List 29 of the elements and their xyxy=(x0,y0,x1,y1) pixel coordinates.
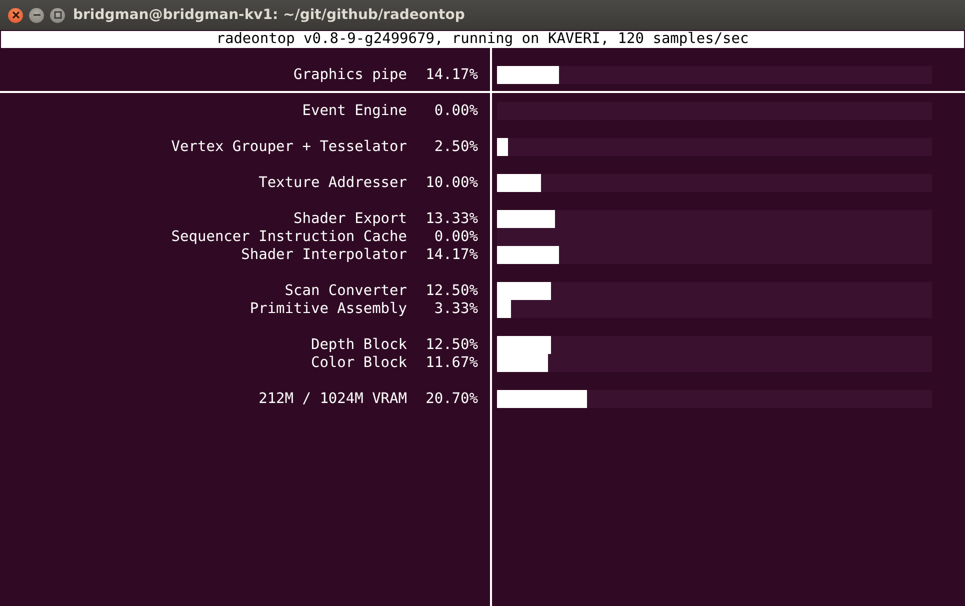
metric-label: Scan Converter xyxy=(284,282,407,300)
metric-percent: 0.00% xyxy=(433,102,478,120)
metric-percent: 12.50% xyxy=(424,336,478,354)
metric-percent: 12.50% xyxy=(424,282,478,300)
close-icon[interactable] xyxy=(8,8,23,22)
minimize-icon[interactable] xyxy=(29,8,44,22)
status-header: radeontop v0.8-9-g2499679, running on KAVERI, 120 samples/sec xyxy=(1,31,964,48)
metric-label: Sequencer Instruction Cache xyxy=(171,228,407,246)
window-title: bridgman@bridgman-kv1: ~/git/github/radeontop xyxy=(73,7,465,23)
metric-percent: 2.50% xyxy=(433,138,478,156)
maximize-icon[interactable] xyxy=(50,8,65,22)
metric-label: Graphics pipe xyxy=(294,66,407,84)
metric-percent: 10.00% xyxy=(424,174,478,192)
metric-percent: 0.00% xyxy=(433,228,478,246)
metric-percent: 14.17% xyxy=(424,66,478,84)
metric-label: Event Engine xyxy=(302,102,407,120)
metric-percent: 20.70% xyxy=(424,390,478,408)
metric-percent: 14.17% xyxy=(424,246,478,264)
metric-label: Texture Addresser xyxy=(258,174,407,192)
metric-label: 212M / 1024M VRAM xyxy=(258,390,407,408)
metric-label: Shader Export xyxy=(294,210,407,228)
metric-percent: 13.33% xyxy=(424,210,478,228)
metric-label: Color Block xyxy=(310,354,407,372)
metric-label: Vertex Grouper + Tesselator xyxy=(171,138,407,156)
metric-percent: 3.33% xyxy=(433,300,478,318)
metric-label: Primitive Assembly xyxy=(250,300,407,318)
metric-label: Shader Interpolator xyxy=(241,246,407,264)
metric-label: Depth Block xyxy=(310,336,407,354)
metric-percent: 11.67% xyxy=(424,354,478,372)
